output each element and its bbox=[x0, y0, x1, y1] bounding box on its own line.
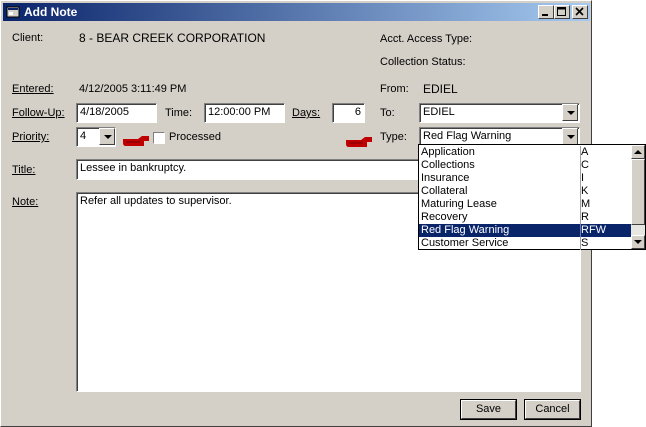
type-select-value: Red Flag Warning bbox=[423, 130, 512, 142]
list-item[interactable]: Recovery R bbox=[419, 211, 631, 224]
to-dropdown-button[interactable] bbox=[562, 104, 578, 121]
to-select-value: EDIEL bbox=[423, 106, 455, 118]
to-label: To: bbox=[380, 107, 395, 119]
client-label: Client: bbox=[12, 32, 44, 44]
list-item[interactable]: Customer Service S bbox=[419, 237, 631, 250]
minimize-icon bbox=[542, 14, 548, 16]
list-item[interactable]: Application A bbox=[419, 146, 631, 159]
window-title: Add Note bbox=[24, 5, 78, 19]
acct-access-type-label: Acct. Access Type: bbox=[380, 33, 473, 45]
note-label: Note: bbox=[12, 196, 39, 208]
list-item[interactable]: Maturing Lease M bbox=[419, 198, 631, 211]
scroll-up-button[interactable] bbox=[631, 145, 645, 159]
minimize-button[interactable] bbox=[538, 5, 554, 19]
collection-status-label: Collection Status: bbox=[380, 56, 466, 68]
chevron-down-icon bbox=[567, 135, 575, 139]
title-bar[interactable]: Add Note bbox=[3, 3, 590, 21]
entered-value: 4/12/2005 3:11:49 PM bbox=[79, 83, 187, 95]
maximize-button[interactable] bbox=[554, 5, 570, 19]
arrow-down-icon bbox=[634, 240, 642, 244]
time-input[interactable]: 12:00:00 PM bbox=[204, 103, 285, 123]
processed-checkbox[interactable] bbox=[153, 132, 165, 144]
window-app-icon bbox=[6, 6, 20, 18]
title-label: Title: bbox=[12, 164, 36, 176]
save-button[interactable]: Save bbox=[461, 400, 516, 419]
scroll-thumb[interactable] bbox=[631, 159, 645, 225]
follow-up-label: Follow-Up: bbox=[12, 107, 65, 119]
type-dropdown-list[interactable]: Application A Collections C Insurance I Col… bbox=[418, 144, 646, 250]
list-item[interactable]: Collateral K bbox=[419, 185, 631, 198]
from-value: EDIEL bbox=[423, 82, 458, 96]
priority-select-value: 4 bbox=[80, 130, 87, 142]
priority-dropdown-button[interactable] bbox=[99, 128, 115, 145]
to-select[interactable]: EDIEL bbox=[419, 103, 580, 123]
entered-label: Entered: bbox=[12, 83, 54, 95]
maximize-icon bbox=[557, 7, 566, 16]
client-value: 8 - BEAR CREEK CORPORATION bbox=[79, 31, 266, 45]
dropdown-scrollbar[interactable] bbox=[631, 145, 645, 249]
days-label: Days: bbox=[292, 107, 321, 119]
pointing-hand-icon bbox=[346, 137, 372, 147]
days-input[interactable]: 6 bbox=[332, 103, 365, 123]
list-item-selected[interactable]: Red Flag Warning RFW bbox=[419, 224, 631, 237]
arrow-up-icon bbox=[634, 150, 642, 154]
priority-label: Priority: bbox=[12, 131, 50, 143]
follow-up-date-input[interactable]: 4/18/2005 bbox=[76, 103, 157, 123]
chevron-down-icon bbox=[567, 111, 575, 115]
cancel-button[interactable]: Cancel bbox=[525, 400, 580, 419]
scroll-down-button[interactable] bbox=[631, 235, 645, 249]
close-button[interactable] bbox=[572, 5, 588, 19]
type-label: Type: bbox=[380, 131, 407, 143]
type-dropdown-button[interactable] bbox=[562, 128, 578, 145]
chevron-down-icon bbox=[104, 135, 112, 139]
list-item[interactable]: Collections C bbox=[419, 159, 631, 172]
from-label: From: bbox=[380, 83, 409, 95]
processed-label: Processed bbox=[169, 131, 221, 143]
close-icon bbox=[575, 7, 584, 16]
list-item[interactable]: Insurance I bbox=[419, 172, 631, 185]
pointing-hand-icon bbox=[123, 136, 149, 146]
time-label: Time: bbox=[165, 107, 193, 119]
